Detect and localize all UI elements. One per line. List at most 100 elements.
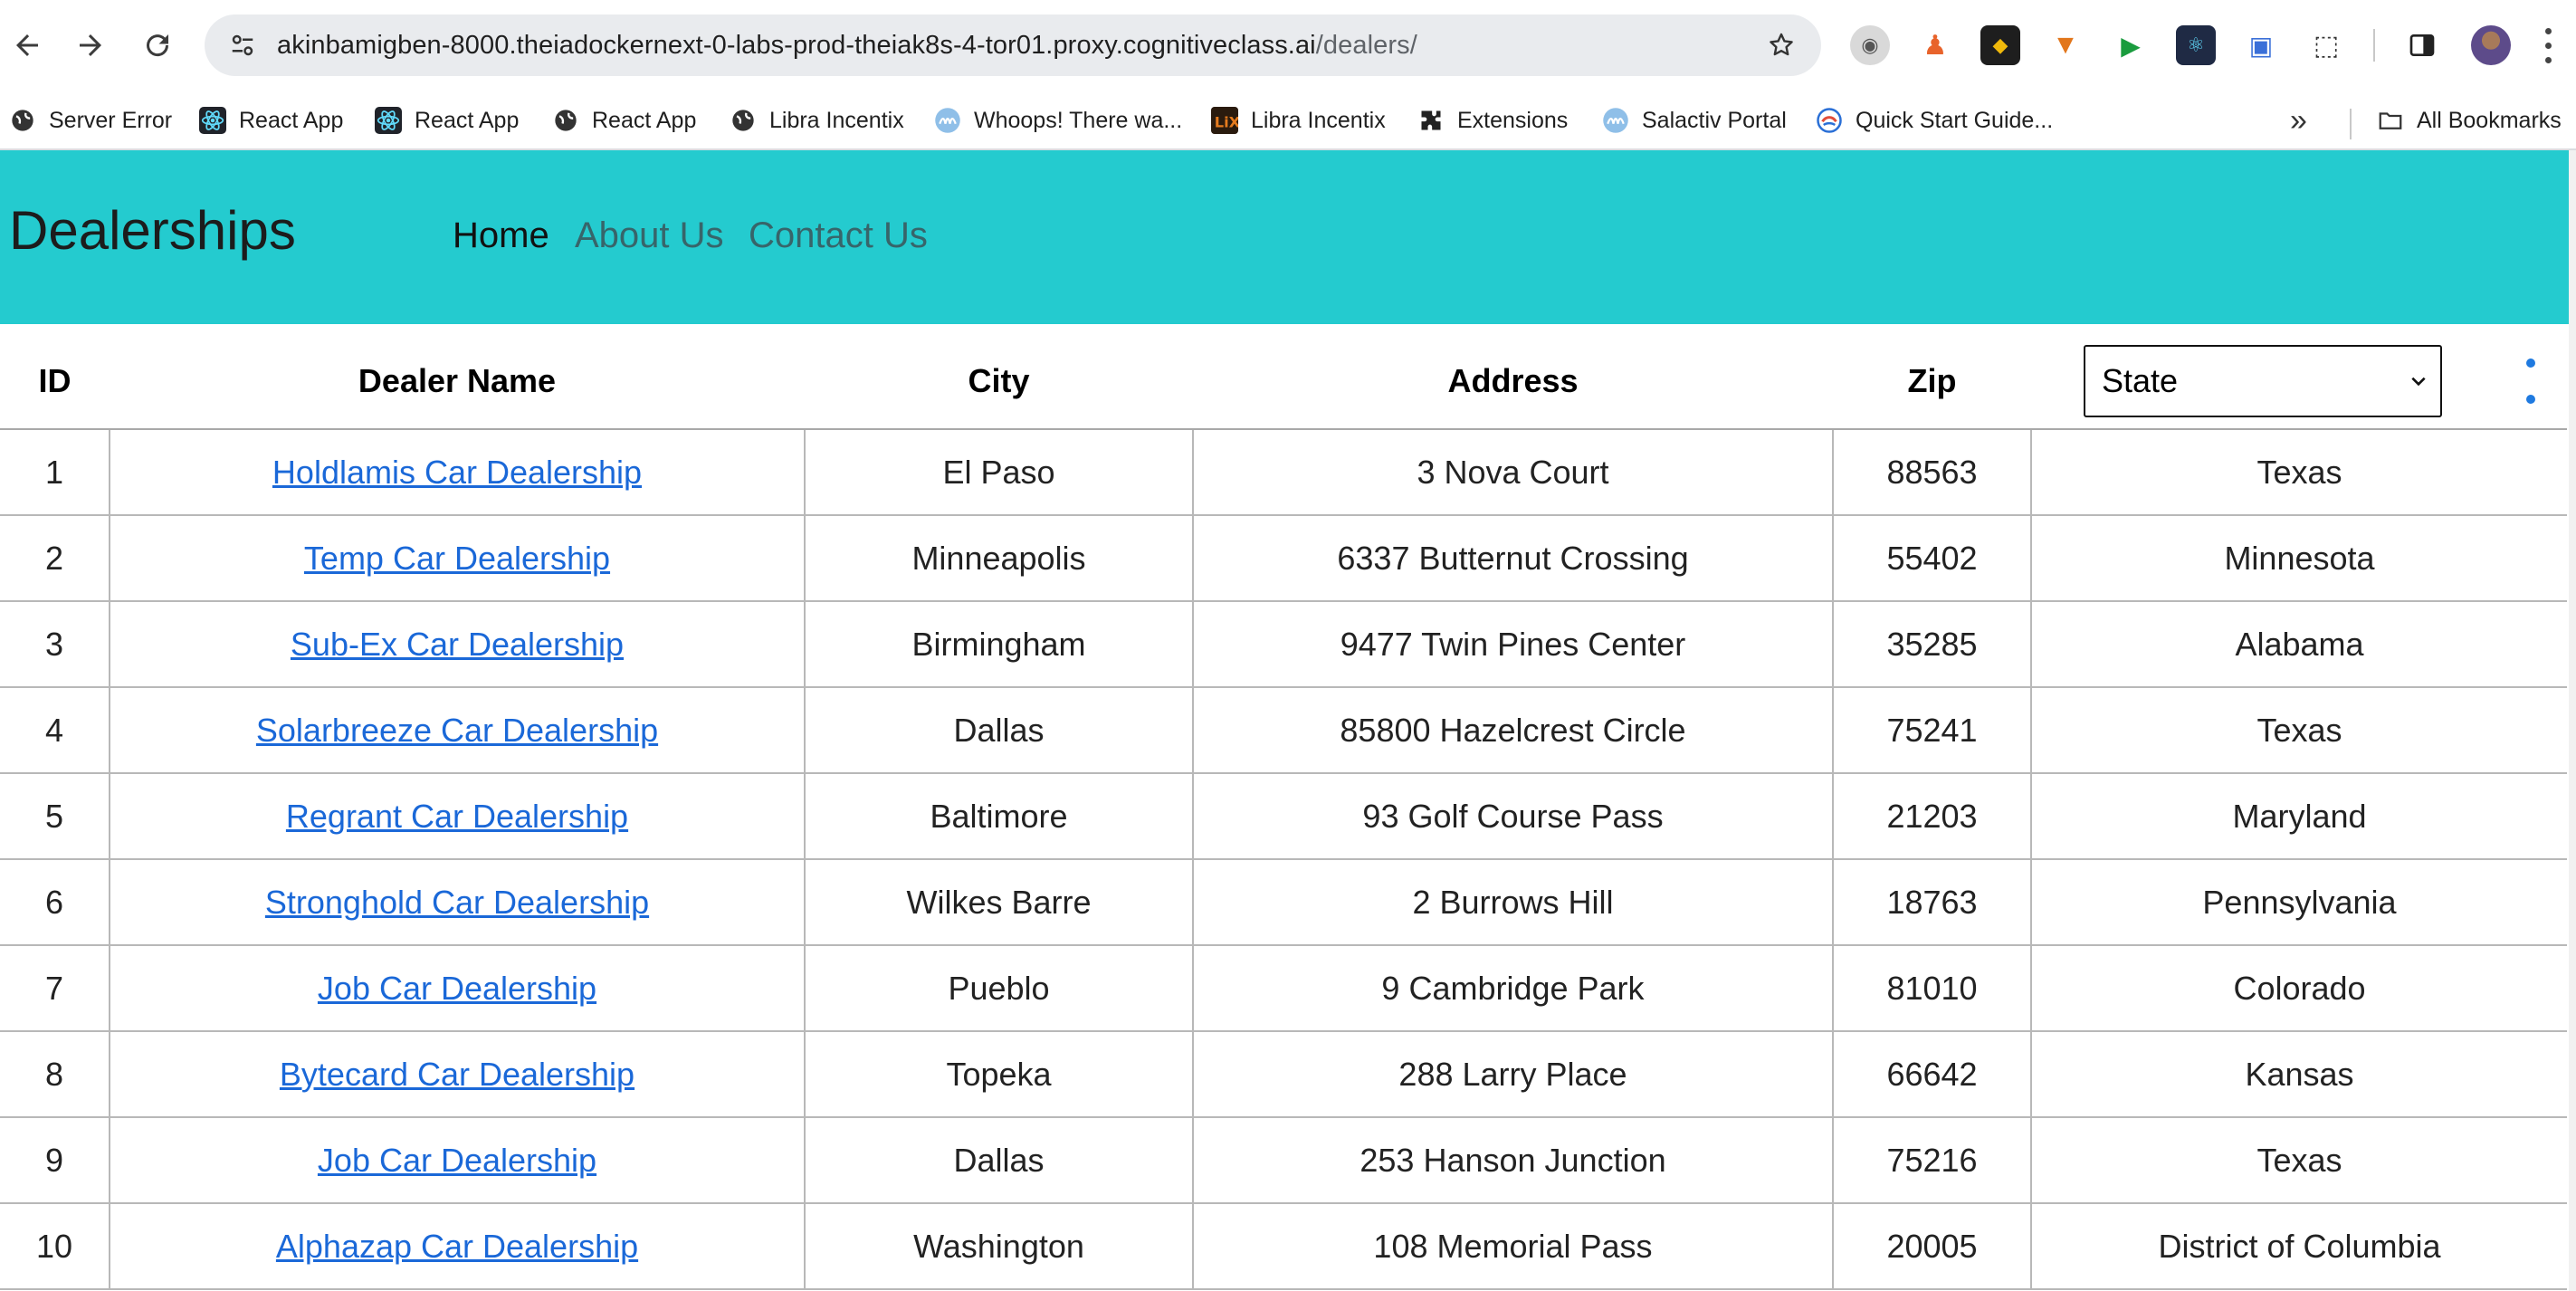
- dealer-link[interactable]: Solarbreeze Car Dealership: [256, 712, 658, 749]
- table-row: 1 Holdlamis Car Dealership El Paso 3 Nov…: [0, 429, 2567, 516]
- cell-state: Kansas: [2031, 1031, 2567, 1118]
- table-row: 9 Job Car Dealership Dallas 253 Hanson J…: [0, 1117, 2567, 1204]
- column-header-dealer-name: Dealer Name: [110, 333, 805, 430]
- bookmark-item[interactable]: React App: [375, 101, 519, 139]
- dealer-link[interactable]: Job Car Dealership: [318, 970, 596, 1007]
- avatar[interactable]: [2471, 25, 2511, 65]
- bookmark-item[interactable]: Whoops! There wa...: [934, 101, 1182, 139]
- dealer-link[interactable]: Sub-Ex Car Dealership: [291, 626, 624, 663]
- cell-address: 6337 Butternut Crossing: [1193, 515, 1834, 602]
- cell-dealer-name: Temp Car Dealership: [110, 515, 806, 602]
- bookmark-star-icon[interactable]: [1763, 27, 1799, 63]
- cell-city: Baltimore: [805, 773, 1194, 860]
- cell-id: 10: [0, 1203, 110, 1290]
- cell-id: 5: [0, 773, 110, 860]
- dealers-table-wrap: ID Dealer Name City Address Zip State 1 …: [0, 333, 2567, 1290]
- wave-icon: [934, 107, 961, 134]
- dealer-link[interactable]: Bytecard Car Dealership: [280, 1056, 634, 1093]
- site-header: Dealerships Home About Us Contact Us: [0, 150, 2569, 324]
- bookmark-item[interactable]: React App: [199, 101, 343, 139]
- bookmark-item[interactable]: Extensions: [1417, 101, 1568, 139]
- reload-icon[interactable]: [130, 18, 185, 72]
- react-icon: [199, 107, 226, 134]
- dealer-link[interactable]: Holdlamis Car Dealership: [272, 454, 642, 491]
- table-row: 7 Job Car Dealership Pueblo 9 Cambridge …: [0, 945, 2567, 1032]
- cell-dealer-name: Job Car Dealership: [110, 945, 806, 1032]
- cell-id: 4: [0, 687, 110, 774]
- wave-icon: [1602, 107, 1629, 134]
- globe-icon: [730, 107, 757, 134]
- toolbar-divider: [2373, 29, 2375, 62]
- forward-icon[interactable]: [63, 18, 118, 72]
- react-icon: [375, 107, 402, 134]
- extension-owl-icon[interactable]: ◉: [1850, 25, 1890, 65]
- lix-icon: LiX: [1211, 107, 1238, 134]
- column-header-address: Address: [1193, 333, 1833, 430]
- cell-state: Texas: [2031, 687, 2567, 774]
- dealer-link[interactable]: Temp Car Dealership: [304, 540, 610, 577]
- bookmark-item[interactable]: Salactiv Portal: [1602, 101, 1787, 139]
- cell-city: Pueblo: [805, 945, 1194, 1032]
- nav-home-link[interactable]: Home: [453, 215, 549, 256]
- cell-city: Birmingham: [805, 601, 1194, 688]
- extensions-puzzle-icon[interactable]: ⬚: [2306, 25, 2346, 65]
- nav-contact-link[interactable]: Contact Us: [749, 215, 928, 256]
- cell-id: 7: [0, 945, 110, 1032]
- cell-zip: 18763: [1833, 859, 2032, 946]
- side-panel-icon[interactable]: [2402, 25, 2442, 65]
- browser-menu-icon[interactable]: [2534, 24, 2562, 67]
- all-bookmarks-label: All Bookmarks: [2417, 107, 2562, 133]
- globe-icon: [552, 107, 579, 134]
- extension-person-icon[interactable]: ♟: [1915, 25, 1955, 65]
- bookmark-label: Whoops! There wa...: [974, 107, 1183, 133]
- cell-state: Pennsylvania: [2031, 859, 2567, 946]
- back-icon[interactable]: [0, 18, 54, 72]
- bookmark-item[interactable]: LiX Libra Incentix: [1211, 101, 1386, 139]
- extension-screen-icon[interactable]: ▣: [2241, 25, 2281, 65]
- table-row: 10 Alphazap Car Dealership Washington 10…: [0, 1203, 2567, 1290]
- address-bar[interactable]: akinbamigben-8000.theiadockernext-0-labs…: [205, 14, 1821, 76]
- dealer-link[interactable]: Alphazap Car Dealership: [276, 1228, 638, 1265]
- table-row: 3 Sub-Ex Car Dealership Birmingham 9477 …: [0, 601, 2567, 688]
- cell-id: 3: [0, 601, 110, 688]
- cell-dealer-name: Job Car Dealership: [110, 1117, 806, 1204]
- cell-state: Alabama: [2031, 601, 2567, 688]
- extension-react-icon[interactable]: ⚛: [2176, 25, 2216, 65]
- svg-text:LiX: LiX: [1215, 114, 1238, 131]
- page-title: Dealerships: [9, 200, 296, 261]
- page-scrollbar[interactable]: [2569, 150, 2576, 1291]
- dealer-link[interactable]: Regrant Car Dealership: [286, 798, 628, 835]
- cell-address: 3 Nova Court: [1193, 429, 1834, 516]
- bookmark-label: React App: [415, 107, 520, 133]
- bookmark-label: Server Error: [49, 107, 173, 133]
- nav-about-link[interactable]: About Us: [575, 215, 724, 256]
- cell-id: 9: [0, 1117, 110, 1204]
- site-settings-icon[interactable]: [224, 27, 261, 63]
- cell-zip: 88563: [1833, 429, 2032, 516]
- chevron-down-icon: [2411, 377, 2426, 386]
- dealer-link[interactable]: Job Car Dealership: [318, 1142, 596, 1179]
- extension-meet-icon[interactable]: ▶: [2111, 25, 2151, 65]
- cell-dealer-name: Holdlamis Car Dealership: [110, 429, 806, 516]
- state-filter-select[interactable]: State: [2084, 344, 2442, 417]
- cell-address: 85800 Hazelcrest Circle: [1193, 687, 1834, 774]
- cell-id: 2: [0, 515, 110, 602]
- cell-address: 253 Hanson Junction: [1193, 1117, 1834, 1204]
- cell-state: District of Columbia: [2031, 1203, 2567, 1290]
- globe-icon: [9, 107, 36, 134]
- cell-zip: 75241: [1833, 687, 2032, 774]
- bookmarks-overflow-icon[interactable]: »: [2290, 105, 2307, 136]
- all-bookmarks-button[interactable]: All Bookmarks: [2377, 101, 2562, 139]
- bookmark-item[interactable]: Quick Start Guide...: [1816, 101, 2053, 139]
- extension-binance-icon[interactable]: ◆: [1980, 25, 2020, 65]
- extension-fox-icon[interactable]: ▼: [2046, 25, 2085, 65]
- bookmark-item[interactable]: Libra Incentix: [730, 101, 904, 139]
- table-row: 6 Stronghold Car Dealership Wilkes Barre…: [0, 859, 2567, 946]
- bookmark-item[interactable]: React App: [552, 101, 696, 139]
- table-row: 2 Temp Car Dealership Minneapolis 6337 B…: [0, 515, 2567, 602]
- cell-zip: 20005: [1833, 1203, 2032, 1290]
- dealer-link[interactable]: Stronghold Car Dealership: [265, 884, 649, 921]
- column-options-icon[interactable]: [2525, 358, 2536, 404]
- bookmarks-divider: [2350, 109, 2352, 139]
- bookmark-item[interactable]: Server Error: [9, 101, 172, 139]
